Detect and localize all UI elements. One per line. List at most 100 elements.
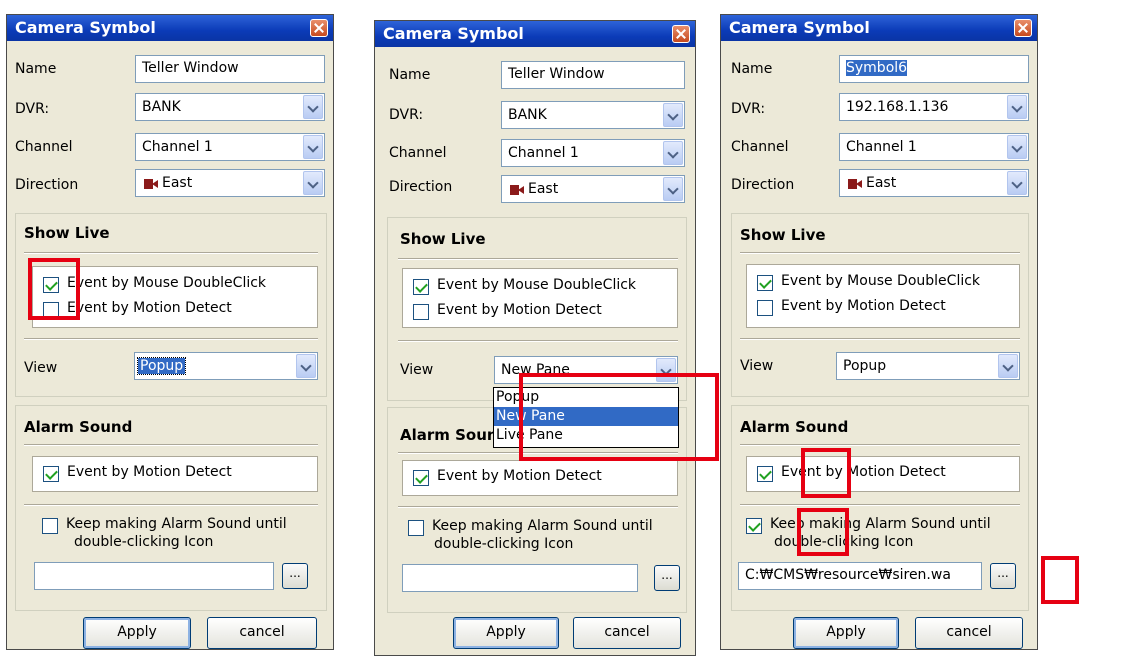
direction-value: East <box>528 181 559 197</box>
annotation-box-mouse-checkbox <box>28 258 80 320</box>
direction-value: East <box>162 175 193 191</box>
dvr-value: BANK <box>142 99 181 115</box>
name-value: Teller Window <box>142 60 239 76</box>
view-label: View <box>24 360 58 376</box>
channel-label: Channel <box>731 139 789 155</box>
view-select[interactable]: Popup <box>836 352 1020 380</box>
keep-alarm-checkbox[interactable] <box>408 520 424 536</box>
chevron-down-icon[interactable] <box>1007 171 1027 195</box>
channel-label: Channel <box>15 139 73 155</box>
channel-select[interactable]: Channel 1 <box>839 133 1029 161</box>
alarm-sound-group: Alarm Sound Event by Motion Detect Keep … <box>15 405 327 611</box>
sound-path-value: C:₩CMS₩resource₩siren.wa <box>745 567 951 583</box>
chevron-down-icon[interactable] <box>663 177 683 201</box>
alarm-motion-checkbox[interactable] <box>413 470 429 486</box>
keep-alarm-label-line1: Keep making Alarm Sound until <box>432 518 653 534</box>
keep-alarm-label-line1: Keep making Alarm Sound until <box>66 516 287 532</box>
sound-path-field[interactable] <box>34 562 274 590</box>
camera-symbol-dialog-3: Camera Symbol Name Symbol6 DVR: 192.168.… <box>720 14 1038 650</box>
dvr-value: BANK <box>508 107 547 123</box>
close-icon[interactable] <box>672 25 690 43</box>
chevron-down-icon[interactable] <box>663 141 683 165</box>
direction-select[interactable]: East <box>501 175 685 203</box>
name-field[interactable]: Symbol6 <box>839 55 1029 83</box>
keep-alarm-checkbox[interactable] <box>746 518 762 534</box>
chevron-down-icon[interactable] <box>303 135 323 159</box>
keep-alarm-label-line2: double-clicking Icon <box>74 534 214 550</box>
name-label: Name <box>389 67 431 83</box>
channel-value: Channel 1 <box>508 145 579 161</box>
divider <box>398 506 678 508</box>
channel-select[interactable]: Channel 1 <box>501 139 685 167</box>
dialog-title: Camera Symbol <box>729 18 870 37</box>
direction-value: East <box>866 175 897 191</box>
dvr-select[interactable]: BANK <box>135 93 325 121</box>
chevron-down-icon[interactable] <box>1007 95 1027 119</box>
browse-button[interactable]: ... <box>654 565 680 591</box>
event-motion-checkbox[interactable] <box>413 304 429 320</box>
apply-button[interactable]: Apply <box>793 617 899 649</box>
dialog-title: Camera Symbol <box>15 18 156 37</box>
show-live-options: Event by Mouse DoubleClick Event by Moti… <box>746 264 1020 328</box>
dvr-label: DVR: <box>389 107 424 123</box>
sound-path-field[interactable] <box>402 564 638 592</box>
alarm-motion-checkbox[interactable] <box>757 466 773 482</box>
event-mouse-checkbox[interactable] <box>757 275 773 291</box>
keep-alarm-label-line2: double-clicking Icon <box>434 536 574 552</box>
name-field[interactable]: Teller Window <box>135 55 325 83</box>
event-mouse-checkbox[interactable] <box>413 279 429 295</box>
direction-select[interactable]: East <box>839 169 1029 197</box>
direction-label: Direction <box>15 177 79 193</box>
dvr-select[interactable]: BANK <box>501 101 685 129</box>
cancel-button[interactable]: cancel <box>207 617 317 649</box>
chevron-down-icon[interactable] <box>1007 135 1027 159</box>
divider <box>24 444 318 446</box>
camera-symbol-dialog-1: Camera Symbol Name Teller Window DVR: BA… <box>6 14 334 650</box>
chevron-down-icon[interactable] <box>303 95 323 119</box>
close-icon[interactable] <box>310 19 328 37</box>
view-select[interactable]: Popup <box>134 352 318 380</box>
camera-icon <box>848 179 862 189</box>
sound-path-field[interactable]: C:₩CMS₩resource₩siren.wa <box>738 562 982 590</box>
chevron-down-icon[interactable] <box>998 354 1018 378</box>
channel-value: Channel 1 <box>142 139 213 155</box>
divider <box>740 338 1020 340</box>
show-live-title: Show Live <box>400 230 486 248</box>
direction-label: Direction <box>731 177 795 193</box>
browse-button[interactable]: ... <box>282 563 308 589</box>
channel-label: Channel <box>389 145 447 161</box>
dvr-select[interactable]: 192.168.1.136 <box>839 93 1029 121</box>
annotation-box-alarm-motion <box>801 448 851 498</box>
apply-button[interactable]: Apply <box>83 617 191 649</box>
show-live-options: Event by Mouse DoubleClick Event by Moti… <box>402 268 678 328</box>
view-value: Popup <box>136 357 187 375</box>
alarm-motion-checkbox[interactable] <box>43 466 59 482</box>
keep-alarm-checkbox[interactable] <box>42 518 58 534</box>
chevron-down-icon[interactable] <box>663 103 683 127</box>
alarm-motion-label: Event by Motion Detect <box>67 464 232 480</box>
apply-button[interactable]: Apply <box>453 617 559 649</box>
chevron-down-icon[interactable] <box>303 171 323 195</box>
divider <box>740 444 1020 446</box>
camera-symbol-dialog-2: Camera Symbol Name Teller Window DVR: BA… <box>374 20 696 656</box>
event-mouse-label: Event by Mouse DoubleClick <box>781 273 981 289</box>
annotation-box-view-dropdown <box>519 373 719 461</box>
view-label: View <box>400 362 434 378</box>
channel-select[interactable]: Channel 1 <box>135 133 325 161</box>
divider <box>24 338 318 340</box>
show-live-title: Show Live <box>740 226 826 244</box>
chevron-down-icon[interactable] <box>296 354 316 378</box>
divider <box>24 252 318 254</box>
browse-button[interactable]: ... <box>990 563 1016 589</box>
direction-label: Direction <box>389 179 453 195</box>
name-field[interactable]: Teller Window <box>501 61 685 89</box>
alarm-motion-label: Event by Motion Detect <box>437 468 602 484</box>
direction-select[interactable]: East <box>135 169 325 197</box>
close-icon[interactable] <box>1014 19 1032 37</box>
name-label: Name <box>731 61 773 77</box>
event-motion-checkbox[interactable] <box>757 300 773 316</box>
dvr-label: DVR: <box>15 101 50 117</box>
divider <box>398 258 678 260</box>
cancel-button[interactable]: cancel <box>915 617 1023 649</box>
cancel-button[interactable]: cancel <box>573 617 681 649</box>
